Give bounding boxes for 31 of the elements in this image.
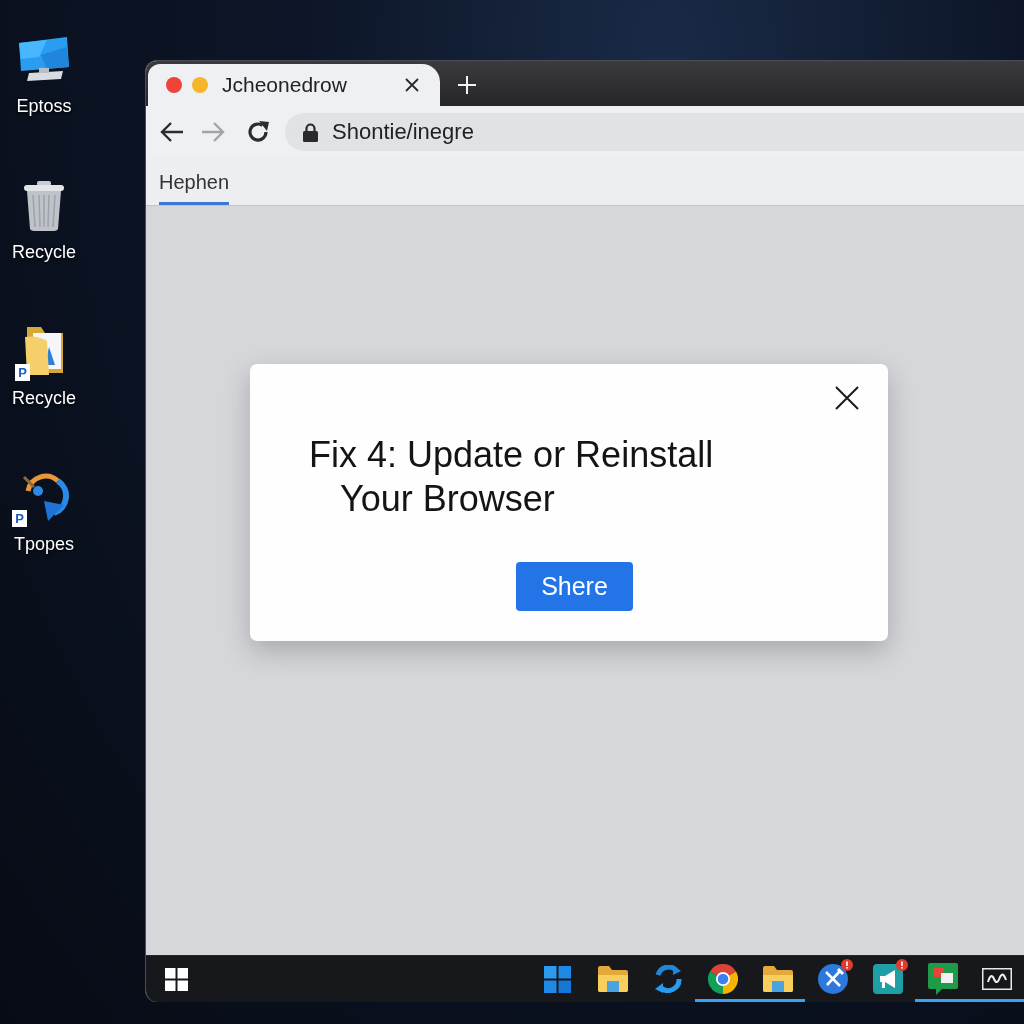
folder-icon[interactable]: [762, 966, 793, 992]
plus-icon[interactable]: [458, 76, 476, 94]
trash-bin-icon[interactable]: [23, 181, 65, 231]
shortcut-badge: P: [12, 510, 27, 527]
close-icon[interactable]: [835, 386, 859, 410]
tricolor-circle-icon[interactable]: [707, 964, 738, 994]
four-pane-icon[interactable]: [544, 965, 571, 993]
left-arrow-icon[interactable]: [160, 121, 184, 143]
url-text: Shontie/inegre: [332, 119, 474, 145]
desktop-icon-label[interactable]: Tpopes: [13, 533, 74, 555]
reload-icon[interactable]: [246, 120, 270, 144]
dialog-title: Fix 4: Update or Reinstall Your Browser: [309, 433, 714, 521]
desktop-icon-label[interactable]: Recycle: [12, 387, 76, 409]
start-icon[interactable]: [165, 967, 188, 991]
browser-tab[interactable]: Jcheonedrow: [148, 64, 440, 106]
desktop-icon-label[interactable]: Eptoss: [16, 95, 72, 117]
tray-box-icon[interactable]: [982, 968, 1012, 990]
window-dot-icon[interactable]: [192, 77, 208, 93]
primary-button[interactable]: Shere: [516, 562, 633, 611]
shortcut-badge: P: [15, 364, 30, 381]
window-dot-icon[interactable]: [166, 77, 182, 93]
address-field[interactable]: Shontie/inegre: [285, 113, 1024, 151]
folder-icon[interactable]: [597, 966, 628, 992]
ring-arrows-icon[interactable]: [653, 965, 682, 993]
crossed-tools-icon[interactable]: [817, 964, 848, 994]
tab-title: Jcheonedrow: [222, 73, 347, 97]
lock-icon: [303, 122, 318, 142]
megaphone-icon[interactable]: [872, 964, 903, 994]
close-icon[interactable]: [405, 78, 419, 92]
chat-bubble-icon[interactable]: [927, 963, 958, 995]
desktop-icon-label[interactable]: Recycle: [12, 241, 76, 263]
